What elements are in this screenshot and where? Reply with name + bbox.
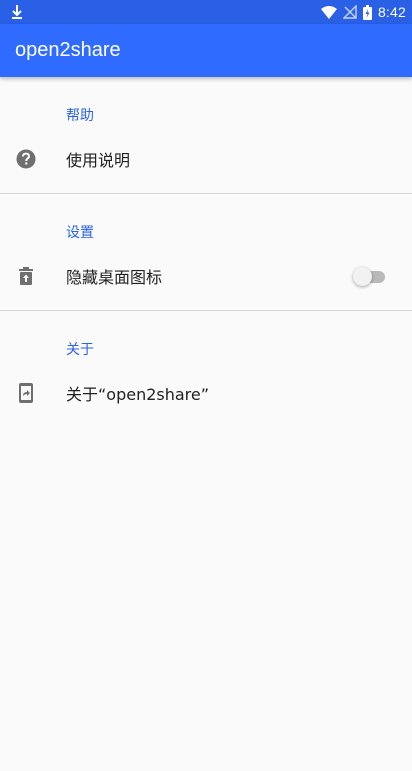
- download-icon: [10, 3, 24, 21]
- section-help: 帮助 使用说明: [0, 77, 412, 194]
- help-circle-icon: [15, 148, 37, 170]
- status-time: 8:42: [377, 4, 406, 20]
- toggle-thumb: [353, 267, 372, 286]
- row-label-usage: 使用说明: [66, 151, 131, 170]
- app-title: open2share: [15, 39, 121, 61]
- row-label-hide-icon: 隐藏桌面图标: [66, 268, 163, 287]
- settings-list: 帮助 使用说明 设置 隐藏桌面图标 关于 关于“open2share”: [0, 77, 412, 413]
- section-header-help: 帮助: [66, 108, 94, 124]
- delete-restore-icon: [15, 265, 37, 287]
- row-label-about: 关于“open2share”: [66, 385, 210, 404]
- app-bar: open2share: [0, 24, 412, 77]
- phone-share-icon: [15, 382, 37, 404]
- row-hide-desktop-icon[interactable]: 隐藏桌面图标: [0, 256, 412, 296]
- section-settings: 设置 隐藏桌面图标: [0, 194, 412, 311]
- hide-icon-toggle[interactable]: [353, 266, 387, 286]
- section-header-about: 关于: [66, 342, 94, 358]
- battery-icon: [362, 4, 372, 20]
- wifi-icon: [320, 5, 337, 19]
- section-header-settings: 设置: [66, 225, 94, 241]
- section-about: 关于 关于“open2share”: [0, 311, 412, 413]
- signal-off-icon: [342, 5, 357, 19]
- row-about-app[interactable]: 关于“open2share”: [0, 373, 412, 413]
- status-bar: 8:42: [0, 0, 412, 24]
- row-usage-instructions[interactable]: 使用说明: [0, 139, 412, 179]
